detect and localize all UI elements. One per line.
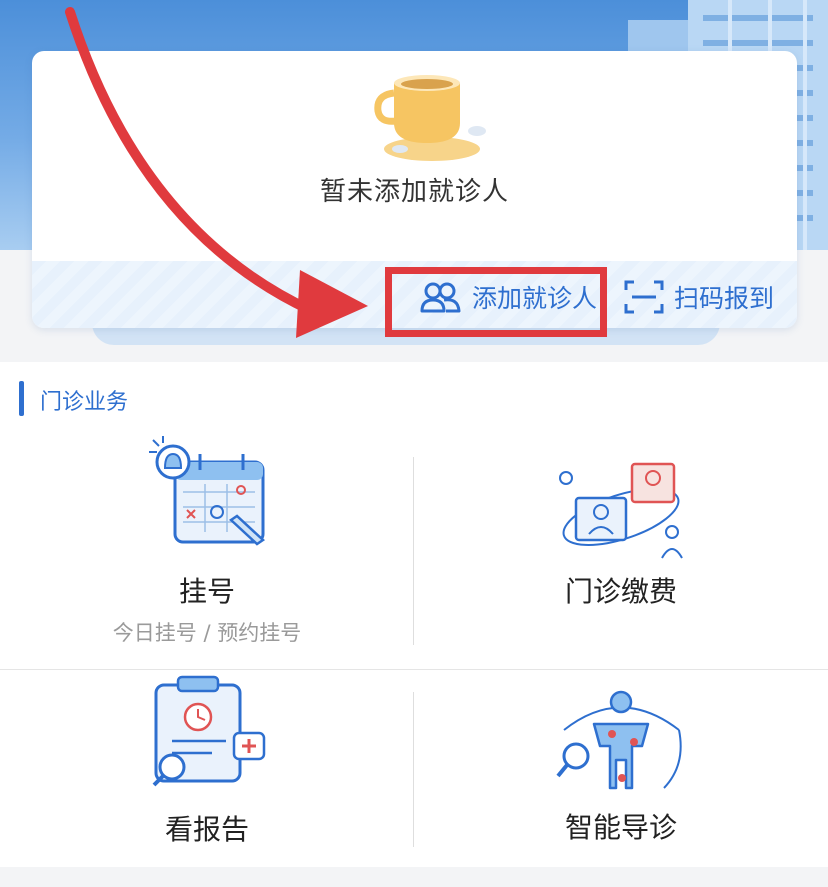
- coffee-cup-icon: [374, 75, 486, 161]
- tile-register-sublabel: 今日挂号 / 预约挂号: [112, 621, 302, 645]
- patient-card: 暂未添加就诊人 添加就诊人 扫码报到: [32, 51, 797, 328]
- tile-smart-guide-label: 智能导诊: [564, 811, 677, 844]
- scan-icon: [624, 280, 664, 314]
- section-title: 门诊业务: [40, 390, 129, 415]
- tile-outpatient-payment[interactable]: 门诊缴费: [414, 422, 828, 669]
- outpatient-services-panel: 门诊业务 挂号 今日挂号 / 预约挂号 门诊缴费 看报告 智能导诊: [0, 362, 828, 867]
- divider-vertical-bottom: [413, 692, 414, 847]
- tile-register-label: 挂号: [178, 575, 235, 608]
- smart-guide-icon: [556, 690, 682, 790]
- scan-checkin-label: 扫码报到: [674, 284, 775, 313]
- tile-view-report[interactable]: 看报告: [0, 670, 414, 867]
- tile-smart-guide[interactable]: 智能导诊: [414, 670, 828, 867]
- card-action-bar: 添加就诊人 扫码报到: [32, 261, 797, 328]
- divider-vertical-top: [413, 457, 414, 645]
- add-patient-button[interactable]: 添加就诊人: [420, 279, 597, 315]
- clipboard-report-icon: [152, 675, 266, 787]
- tile-view-report-label: 看报告: [164, 813, 249, 846]
- empty-patient-text: 暂未添加就诊人: [319, 177, 509, 207]
- video-consult-icon: [559, 462, 683, 559]
- add-patient-label: 添加就诊人: [472, 284, 598, 313]
- calendar-registration-icon: [149, 436, 266, 546]
- scan-checkin-button[interactable]: 扫码报到: [624, 279, 774, 315]
- users-icon: [420, 282, 461, 313]
- tile-register[interactable]: 挂号 今日挂号 / 预约挂号: [0, 422, 414, 669]
- section-accent-bar: [19, 381, 24, 416]
- tile-outpatient-payment-label: 门诊缴费: [564, 575, 677, 608]
